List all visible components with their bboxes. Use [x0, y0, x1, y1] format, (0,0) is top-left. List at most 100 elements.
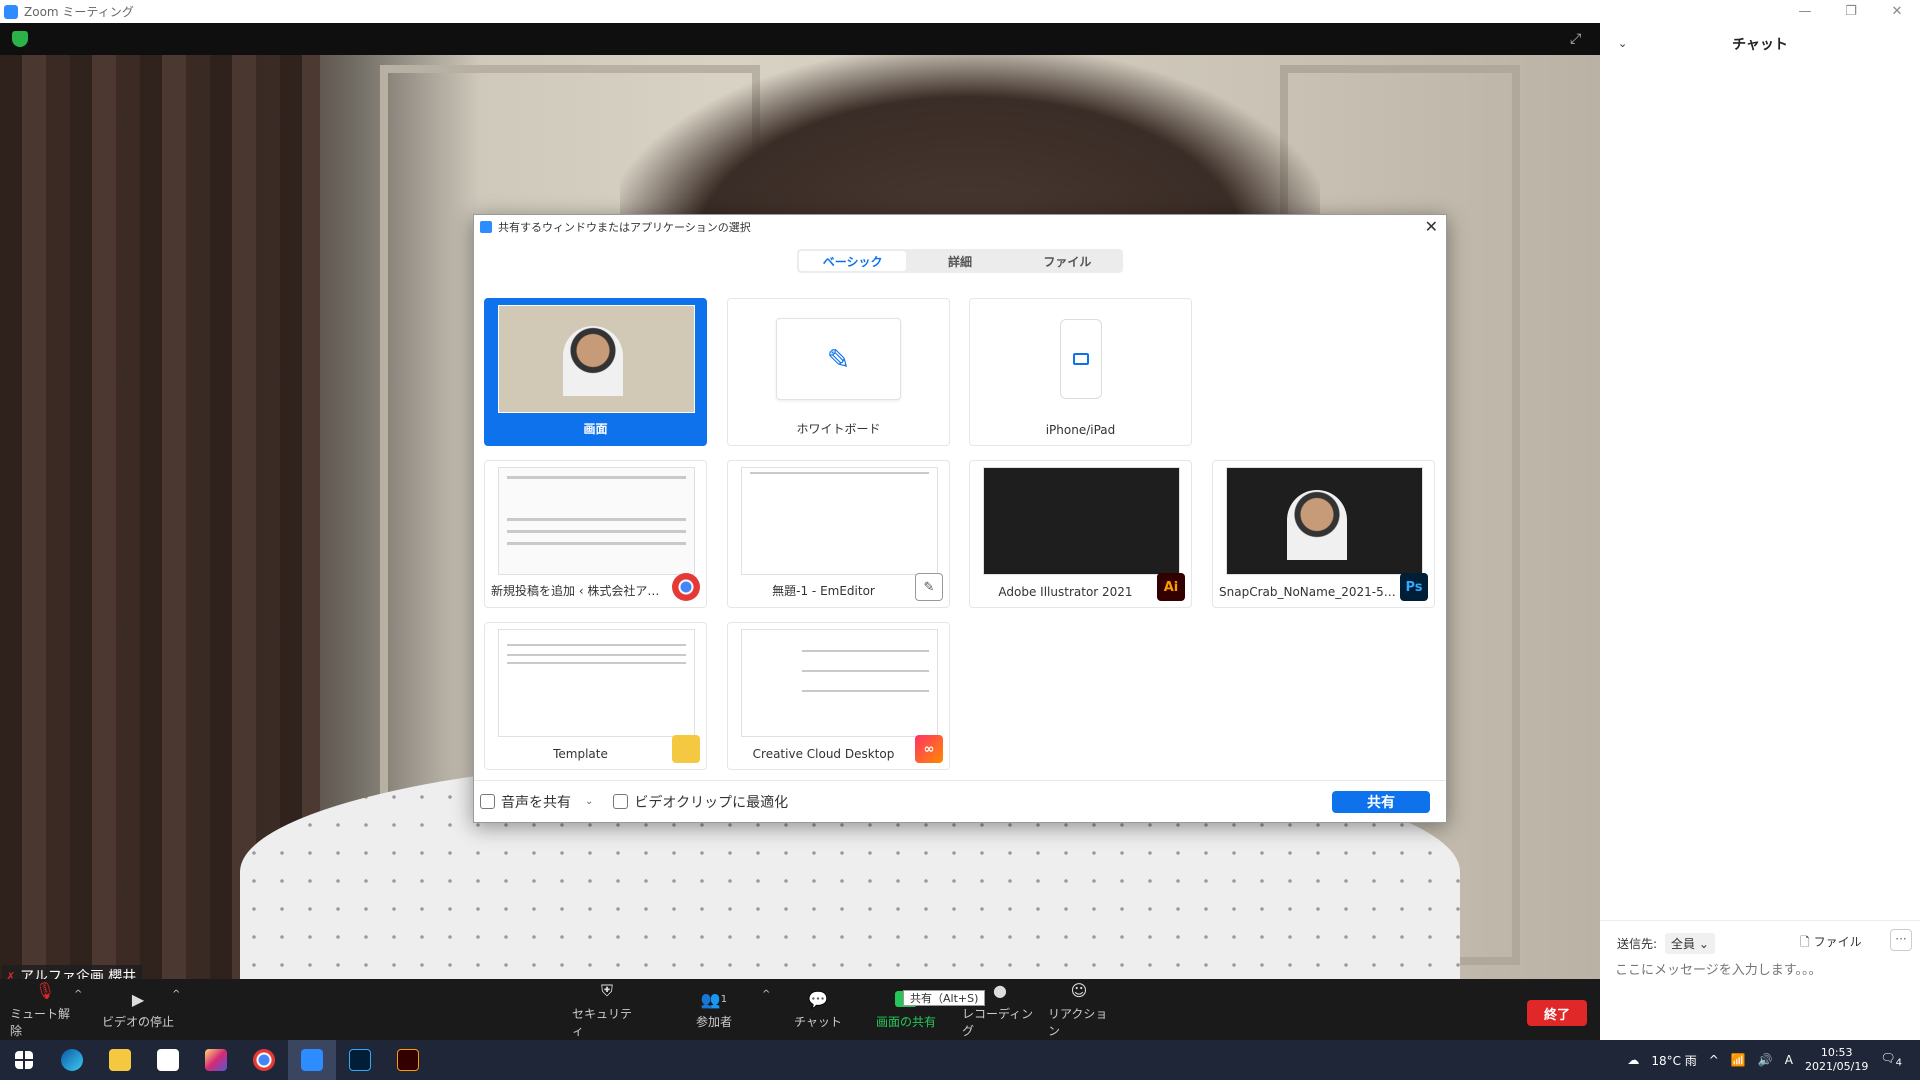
file-icon: 🗋 — [1800, 935, 1810, 949]
chrome-icon — [672, 573, 700, 601]
audio-options-caret[interactable]: ^ — [74, 989, 82, 1000]
tile-label: SnapCrab_NoName_2021-5-19_10-53-00_No-00… — [1219, 585, 1398, 599]
weather-text[interactable]: 18°C 雨 — [1651, 1052, 1696, 1069]
reactions-button[interactable]: ☺ リアクション — [1048, 979, 1110, 1040]
share-button[interactable]: 共有 — [1332, 791, 1430, 813]
window-controls: — ❐ ✕ — [1782, 0, 1920, 23]
photoshop-icon: Ps — [1400, 573, 1428, 601]
share-screen-button[interactable]: 画面の共有 — [870, 979, 942, 1040]
tab-files[interactable]: ファイル — [1014, 251, 1121, 271]
security-button[interactable]: ⛨ セキュリティ — [572, 979, 642, 1040]
dialog-footer: 音声を共有 ⌄ ビデオクリップに最適化 共有 — [474, 780, 1446, 822]
share-tile-iphone-ipad[interactable]: iPhone/iPad — [969, 298, 1192, 446]
optimize-video-checkbox[interactable]: ビデオクリップに最適化 — [613, 792, 788, 812]
clock-time: 10:53 — [1820, 1046, 1853, 1059]
chrome-thumbnail — [498, 467, 695, 575]
chat-header: ⌄ チャット — [1600, 23, 1920, 65]
file-explorer-icon[interactable] — [96, 1040, 144, 1080]
chat-message-input[interactable] — [1615, 956, 1905, 984]
emeditor-icon: ✎ — [915, 573, 943, 601]
share-tile-photoshop-window[interactable]: SnapCrab_NoName_2021-5-19_10-53-00_No-00… — [1212, 460, 1435, 608]
dialog-close-icon[interactable]: ✕ — [1425, 217, 1438, 236]
share-tile-illustrator-window[interactable]: Adobe Illustrator 2021 Ai — [969, 460, 1192, 608]
dialog-title-bar: 共有するウィンドウまたはアプリケーションの選択 ✕ — [474, 215, 1446, 239]
instagram-icon[interactable] — [192, 1040, 240, 1080]
participants-button[interactable]: 👥 1 参加者 — [686, 979, 742, 1040]
tile-label: ホワイトボード — [796, 422, 881, 436]
chevron-down-icon[interactable]: ⌄ — [1618, 37, 1627, 50]
tab-advanced[interactable]: 詳細 — [906, 251, 1013, 271]
send-to-label: 送信先: — [1617, 937, 1658, 951]
restore-button[interactable]: ❐ — [1828, 0, 1874, 23]
security-label: セキュリティ — [572, 1006, 633, 1038]
zoom-app-icon — [480, 221, 492, 233]
tile-label: Creative Cloud Desktop — [752, 747, 895, 761]
tile-label: 無題-1 - EmEditor — [772, 584, 875, 598]
optimize-video-label: ビデオクリップに最適化 — [634, 794, 789, 811]
illustrator-icon[interactable] — [384, 1040, 432, 1080]
share-audio-checkbox[interactable]: 音声を共有 ⌄ — [480, 792, 593, 812]
screen-thumbnail — [498, 305, 695, 413]
ime-indicator[interactable]: A — [1785, 1053, 1793, 1067]
encryption-shield-icon[interactable] — [12, 31, 28, 47]
record-label: レコーディング — [962, 1006, 1034, 1038]
share-tile-whiteboard[interactable]: ✎ ホワイトボード — [727, 298, 950, 446]
chrome-icon[interactable] — [240, 1040, 288, 1080]
mute-button[interactable]: 🎙 ミュート解除 — [10, 979, 80, 1040]
mic-off-icon: 🎙 — [34, 981, 56, 1000]
zoom-icon[interactable] — [288, 1040, 336, 1080]
share-tile-chrome-window[interactable]: 新規投稿を追加 ‹ 株式会社アルファ企画 — WordPress — [484, 460, 707, 608]
checkbox-box — [613, 794, 629, 809]
send-to-row: 送信先: 全員 ⌄ — [1617, 933, 1715, 954]
participants-options-caret[interactable]: ^ — [762, 989, 770, 1000]
share-audio-label: 音声を共有 — [501, 794, 571, 811]
smiley-icon: ☺ — [1070, 981, 1088, 1000]
title-bar: Zoom ミーティング — ❐ ✕ — [0, 0, 1920, 23]
notepad-icon[interactable] — [144, 1040, 192, 1080]
network-icon[interactable]: 📶 — [1731, 1053, 1746, 1067]
edge-icon[interactable] — [48, 1040, 96, 1080]
stop-video-button[interactable]: ▶ ビデオの停止 — [100, 979, 176, 1040]
photoshop-icon[interactable] — [336, 1040, 384, 1080]
chat-button[interactable]: 💬 チャット — [790, 979, 846, 1040]
emeditor-thumbnail — [741, 467, 938, 575]
share-tile-explorer-window[interactable]: Template — [484, 622, 707, 770]
notification-icon[interactable]: 🗨4 — [1880, 1051, 1902, 1068]
share-tooltip: 共有（Alt+S) — [903, 990, 986, 1006]
chat-label: チャット — [794, 1015, 842, 1029]
file-button[interactable]: 🗋 ファイル — [1800, 933, 1862, 954]
share-tile-screen[interactable]: 画面 — [484, 298, 707, 446]
participants-count: 1 — [720, 993, 728, 1005]
video-top-bar: ⤢ — [0, 23, 1600, 55]
share-tile-emeditor-window[interactable]: 無題-1 - EmEditor ✎ — [727, 460, 950, 608]
chevron-up-icon[interactable]: ^ — [1709, 1053, 1719, 1067]
windows-taskbar: ☁ 18°C 雨 ^ 📶 🔊 A 10:53 2021/05/19 🗨4 — [0, 1040, 1920, 1080]
record-icon: ● — [993, 981, 1007, 1000]
whiteboard-card: ✎ — [776, 318, 901, 400]
share-tabs: ベーシック 詳細 ファイル — [797, 249, 1123, 273]
system-tray: ☁ 18°C 雨 ^ 📶 🔊 A 10:53 2021/05/19 🗨4 — [1627, 1040, 1920, 1080]
video-options-caret[interactable]: ^ — [172, 989, 180, 1000]
meeting-toolbar: 🎙 ミュート解除 ^ ▶ ビデオの停止 ^ ⛨ セキュリティ 👥 1 参加者 ^ … — [0, 979, 1600, 1040]
window-title: Zoom ミーティング — [24, 5, 134, 19]
notification-count: 4 — [1895, 1057, 1902, 1069]
clock[interactable]: 10:53 2021/05/19 — [1805, 1046, 1868, 1074]
weather-icon[interactable]: ☁ — [1627, 1053, 1639, 1067]
close-button[interactable]: ✕ — [1874, 0, 1920, 23]
fullscreen-icon[interactable]: ⤢ — [1570, 31, 1586, 47]
tab-basic[interactable]: ベーシック — [799, 251, 907, 271]
tile-label: Adobe Illustrator 2021 — [998, 585, 1133, 599]
photoshop-thumbnail — [1226, 467, 1423, 575]
security-shield-icon: ⛨ — [600, 980, 613, 1000]
chevron-down-icon[interactable]: ⌄ — [585, 796, 593, 807]
dialog-title: 共有するウィンドウまたはアプリケーションの選択 — [498, 221, 751, 234]
share-tile-creative-cloud-window[interactable]: Creative Cloud Desktop ∞ — [727, 622, 950, 770]
minimize-button[interactable]: — — [1782, 0, 1828, 23]
volume-icon[interactable]: 🔊 — [1758, 1053, 1773, 1067]
pen-icon: ✎ — [826, 342, 851, 376]
end-meeting-button[interactable]: 終了 — [1527, 1000, 1587, 1026]
record-button[interactable]: ● レコーディング — [962, 979, 1038, 1040]
windows-start-icon[interactable] — [0, 1040, 48, 1080]
more-options-button[interactable]: ··· — [1890, 929, 1912, 951]
recipient-select[interactable]: 全員 ⌄ — [1665, 933, 1715, 954]
